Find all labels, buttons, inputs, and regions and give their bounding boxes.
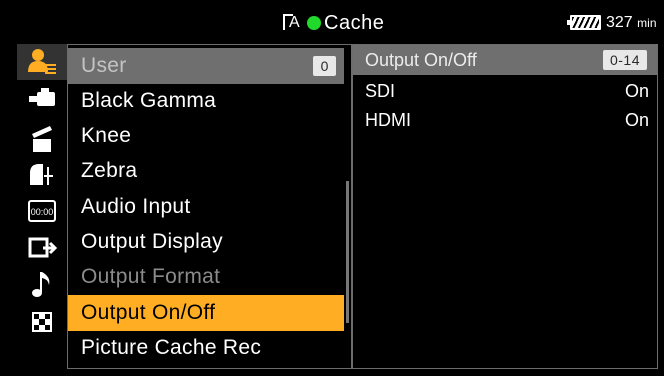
- menu-item-zebra[interactable]: Zebra: [68, 153, 344, 189]
- menu-item-label: Audio Input: [81, 195, 191, 218]
- svg-text:00:00: 00:00: [31, 207, 54, 217]
- user-menu-icon[interactable]: [17, 44, 67, 80]
- menu-item-output-display[interactable]: Output Display: [68, 224, 344, 260]
- clapper-icon[interactable]: [17, 121, 67, 157]
- settings-title: Output On/Off: [365, 49, 477, 70]
- menu-item-picture-cache-rec[interactable]: Picture Cache Rec: [68, 330, 344, 366]
- menu-item-label: Picture Cache Rec: [81, 336, 262, 359]
- cache-status: A Cache: [283, 10, 384, 36]
- media-icon: A: [283, 12, 305, 34]
- menu-item-label: Output Display: [81, 230, 223, 253]
- category-sidebar: 00:00: [17, 44, 67, 370]
- setting-value: On: [624, 110, 649, 130]
- paint-icon[interactable]: [17, 156, 67, 192]
- output-icon[interactable]: [17, 230, 67, 266]
- setting-value: On: [624, 81, 649, 101]
- battery-minutes: 327: [606, 14, 633, 31]
- range-badge: 0-14: [602, 50, 647, 70]
- battery-icon: [567, 15, 601, 30]
- menu-header-label: User: [81, 54, 127, 77]
- page-number-badge: 0: [313, 56, 336, 76]
- menu-scrollbar[interactable]: [346, 181, 349, 323]
- menu-item-output-on-off[interactable]: Output On/Off: [68, 295, 344, 331]
- menu-item-label: Output On/Off: [81, 301, 216, 324]
- settings-panel: Output On/Off 0-14 SDI On HDMI On: [352, 44, 658, 369]
- camera-icon[interactable]: [17, 81, 67, 117]
- menu-item-label: Output Format: [81, 265, 221, 288]
- menu-item-label: Zebra: [81, 159, 138, 182]
- menu-list: User 0 Black Gamma Knee Zebra Audio Inpu…: [67, 44, 352, 369]
- status-bar: A Cache 327 min: [0, 0, 664, 44]
- menu-item-black-gamma[interactable]: Black Gamma: [68, 83, 344, 119]
- battery-unit: min: [637, 16, 657, 30]
- rec-indicator-icon: [307, 16, 321, 30]
- menu-item-label: Knee: [81, 124, 132, 147]
- settings-header: Output On/Off 0-14: [353, 45, 657, 75]
- setting-row-sdi[interactable]: SDI On: [353, 81, 657, 107]
- audio-note-icon[interactable]: [17, 266, 67, 302]
- grid-icon[interactable]: [17, 304, 67, 340]
- setting-name: SDI: [365, 81, 396, 101]
- battery-remaining: 327 min: [606, 14, 657, 32]
- camera-menu-screen: A Cache 327 min 00:00 User 0 Black Gamma…: [0, 0, 664, 376]
- menu-item-label: Black Gamma: [81, 89, 217, 112]
- cache-label: Cache: [324, 11, 385, 34]
- setting-row-hdmi[interactable]: HDMI On: [353, 110, 657, 136]
- menu-header-user: User 0: [68, 48, 344, 84]
- menu-item-knee[interactable]: Knee: [68, 118, 344, 154]
- menu-item-output-format[interactable]: Output Format: [68, 259, 344, 295]
- setting-name: HDMI: [365, 110, 411, 130]
- menu-item-audio-input[interactable]: Audio Input: [68, 189, 344, 225]
- timecode-icon[interactable]: 00:00: [17, 193, 67, 229]
